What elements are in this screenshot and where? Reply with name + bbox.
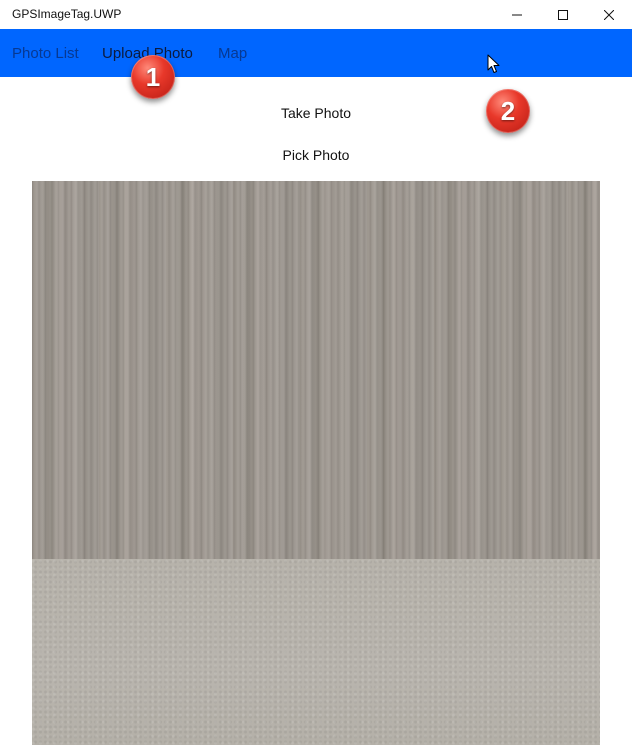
maximize-icon [558,9,568,20]
title-bar: GPSImageTag.UWP [0,0,632,29]
nav-item-map[interactable]: Map [218,45,247,62]
mouse-cursor-icon [487,54,500,79]
app-title: GPSImageTag.UWP [12,7,122,21]
photo-preview-image [32,181,600,745]
nav-bar: Photo List Upload Photo Map [0,29,632,77]
callout-badge-1: 1 [131,55,175,99]
close-icon [604,9,614,20]
minimize-icon [512,10,522,20]
nav-item-photo-list[interactable]: Photo List [12,45,79,62]
close-button[interactable] [586,0,632,29]
take-photo-button[interactable]: Take Photo [0,105,632,121]
pick-photo-button[interactable]: Pick Photo [0,147,632,163]
photo-streaked-region [32,181,600,559]
minimize-button[interactable] [494,0,540,29]
photo-wall-region [32,559,600,745]
maximize-button[interactable] [540,0,586,29]
